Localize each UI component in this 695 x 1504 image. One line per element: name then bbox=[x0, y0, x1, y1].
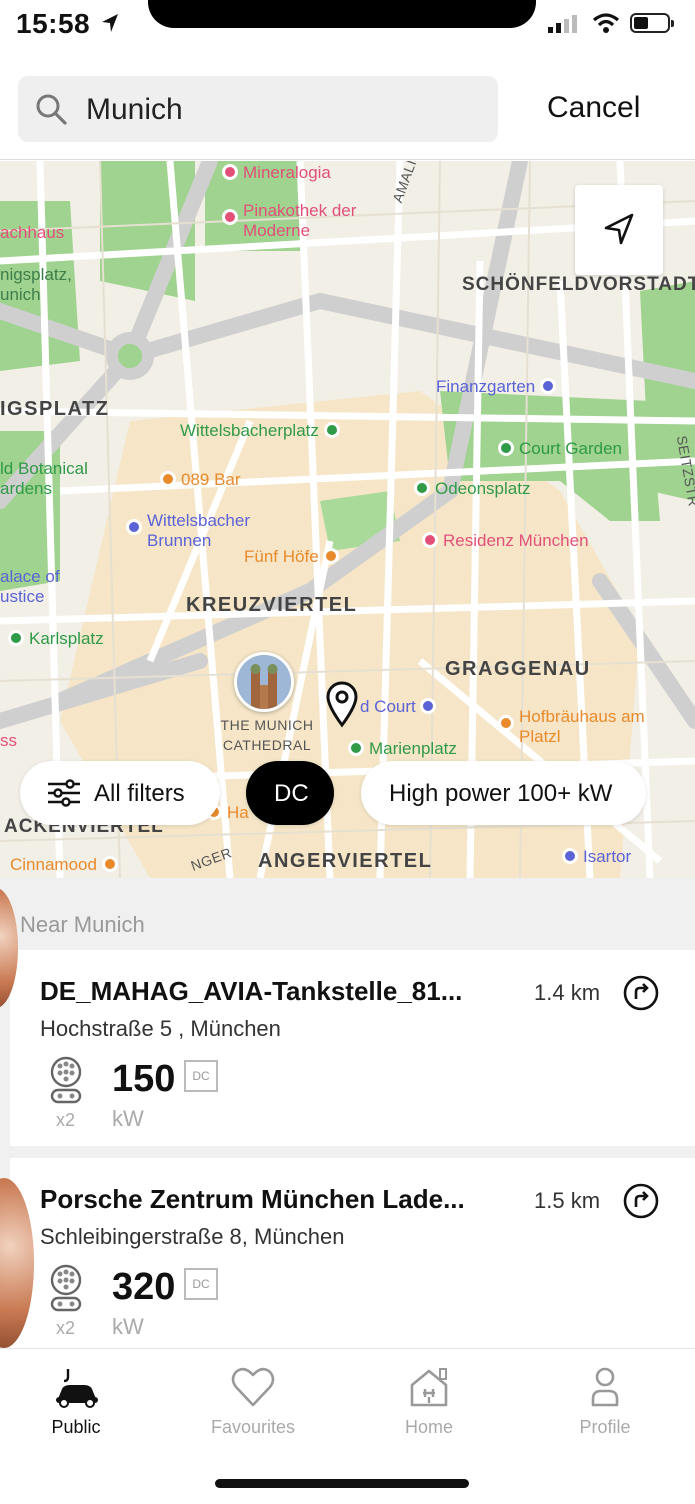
dc-filter-chip[interactable]: DC bbox=[246, 761, 334, 825]
tab-home[interactable]: Home bbox=[369, 1365, 489, 1438]
directions-icon[interactable] bbox=[622, 1182, 660, 1220]
search-field[interactable]: Munich bbox=[18, 76, 498, 142]
person-icon bbox=[591, 1367, 619, 1407]
tab-public[interactable]: Public bbox=[16, 1365, 136, 1438]
status-bar: 15:58 bbox=[0, 0, 695, 58]
poi-court-garden[interactable]: Court Garden bbox=[498, 439, 622, 459]
list-section-title: Near Munich bbox=[20, 912, 145, 937]
poi-karlsplatz[interactable]: Karlsplatz bbox=[8, 629, 104, 649]
poi-wittelsbacherplatz[interactable]: Wittelsbacherplatz bbox=[180, 421, 345, 441]
poi-finanzgarten[interactable]: Finanzgarten bbox=[436, 377, 561, 397]
connector-count: x2 bbox=[56, 1110, 76, 1130]
connector-count: x2 bbox=[56, 1318, 76, 1338]
poi-ss[interactable]: ss bbox=[0, 731, 17, 751]
cathedral-photo-marker[interactable] bbox=[234, 652, 294, 712]
high-power-filter-label: High power 100+ kW bbox=[389, 780, 613, 807]
selected-location-pin-icon[interactable] bbox=[326, 681, 358, 729]
poi-089-bar[interactable]: 089 Bar bbox=[160, 470, 241, 490]
district-kreuzviertel: KREUZVIERTEL bbox=[186, 594, 358, 616]
tab-profile-label: Profile bbox=[579, 1417, 631, 1437]
tab-home-label: Home bbox=[404, 1417, 453, 1437]
station-distance: 1.4 km bbox=[534, 980, 601, 1005]
home-indicator[interactable] bbox=[215, 1479, 469, 1488]
poi-marienplatz[interactable]: Marienplatz bbox=[348, 739, 457, 759]
search-icon bbox=[36, 94, 67, 125]
poi-odeonsplatz[interactable]: Odeonsplatz bbox=[414, 479, 530, 499]
device-notch bbox=[148, 0, 536, 28]
all-filters-chip[interactable]: All filters bbox=[20, 761, 220, 825]
signal-icon bbox=[548, 15, 577, 33]
tab-public-label: Public bbox=[51, 1417, 101, 1437]
high-power-filter-chip[interactable]: High power 100+ kW bbox=[361, 761, 646, 825]
station-card[interactable]: DE_MAHAG_AVIA-Tankstelle_81... Hochstraß… bbox=[10, 950, 695, 1146]
current-type-badge: DC bbox=[184, 1060, 218, 1092]
cancel-button[interactable]: Cancel bbox=[547, 91, 640, 125]
sliders-icon bbox=[48, 779, 80, 807]
navigation-arrow-icon bbox=[604, 213, 634, 245]
cathedral-towers-icon bbox=[237, 655, 291, 709]
tab-favourites-label: Favourites bbox=[210, 1417, 296, 1437]
app-screen: 15:58 Munich Cancel Mineralogia Pinakoth… bbox=[0, 0, 695, 1504]
station-power: 320 bbox=[112, 1266, 176, 1308]
dc-filter-label: DC bbox=[274, 780, 309, 807]
search-input[interactable]: Munich bbox=[86, 93, 183, 127]
map-view[interactable]: Mineralogia Pinakothek der Moderne AMALI… bbox=[0, 161, 695, 878]
station-name: DE_MAHAG_AVIA-Tankstelle_81... bbox=[40, 976, 463, 1006]
location-arrow-icon bbox=[102, 14, 118, 32]
poi-achhaus[interactable]: achhaus bbox=[0, 223, 64, 243]
station-address: Schleibingerstraße 8, München bbox=[40, 1224, 345, 1249]
recenter-location-button[interactable] bbox=[575, 185, 663, 275]
station-name: Porsche Zentrum München Lade... bbox=[40, 1184, 465, 1214]
station-card[interactable]: Porsche Zentrum München Lade... Schleibi… bbox=[10, 1158, 695, 1348]
poi-munich-cathedral-label: THE MUNICH CATHEDRAL bbox=[220, 717, 314, 753]
car-charging-icon bbox=[56, 1369, 98, 1408]
bottom-tab-bar: Public Favourites Home Profile bbox=[0, 1348, 695, 1504]
power-unit: kW bbox=[112, 1314, 144, 1339]
station-distance: 1.5 km bbox=[534, 1188, 601, 1213]
district-koenigsplatz: IGSPLATZ bbox=[0, 398, 110, 420]
status-time: 15:58 bbox=[16, 8, 91, 39]
poi-koenigsplatz[interactable]: nigsplatz, unich bbox=[0, 265, 100, 305]
battery-icon bbox=[630, 13, 674, 33]
poi-old-court[interactable]: d Court bbox=[360, 697, 441, 717]
poi-palace-of-justice[interactable]: alace of ustice bbox=[0, 567, 80, 607]
directions-icon[interactable] bbox=[622, 974, 660, 1012]
power-unit: kW bbox=[112, 1106, 144, 1131]
poi-cinnamood[interactable]: Cinnamood bbox=[10, 855, 123, 875]
poi-residenz[interactable]: Residenz München bbox=[422, 531, 589, 551]
current-type-badge: DC bbox=[184, 1268, 218, 1300]
poi-fuenf-hoefe[interactable]: Fünf Höfe bbox=[244, 547, 344, 567]
station-address: Hochstraße 5 , München bbox=[40, 1016, 281, 1041]
heart-icon bbox=[231, 1367, 275, 1407]
station-power: 150 bbox=[112, 1058, 176, 1100]
ccs-connector-icon bbox=[50, 1264, 82, 1312]
poi-isartor[interactable]: Isartor bbox=[562, 847, 631, 867]
poi-pinakothek[interactable]: Pinakothek der Moderne bbox=[222, 201, 382, 241]
home-charger-icon bbox=[410, 1368, 448, 1407]
tab-profile[interactable]: Profile bbox=[545, 1365, 665, 1438]
district-graggenau: GRAGGENAU bbox=[445, 658, 591, 680]
poi-hofbraeuhaus[interactable]: Hofbräuhaus am Platzl bbox=[498, 707, 658, 747]
poi-mineralogia[interactable]: Mineralogia bbox=[222, 163, 331, 183]
ccs-connector-icon bbox=[50, 1056, 82, 1104]
district-schoenfeldvorstadt: SCHÖNFELDVORSTADT bbox=[462, 274, 695, 295]
tab-favourites[interactable]: Favourites bbox=[193, 1365, 313, 1438]
all-filters-label: All filters bbox=[94, 780, 185, 807]
district-angerviertel: ANGERVIERTEL bbox=[258, 850, 433, 872]
poi-botanical-garden[interactable]: ld Botanical ardens bbox=[0, 459, 120, 499]
search-header: Munich Cancel bbox=[0, 58, 695, 160]
wifi-icon bbox=[592, 13, 620, 33]
station-list[interactable]: Near Munich DE_MAHAG_AVIA-Tankstelle_81.… bbox=[0, 878, 695, 1348]
poi-wittelsbacher-brunnen[interactable]: Wittelsbacher Brunnen bbox=[126, 511, 276, 551]
